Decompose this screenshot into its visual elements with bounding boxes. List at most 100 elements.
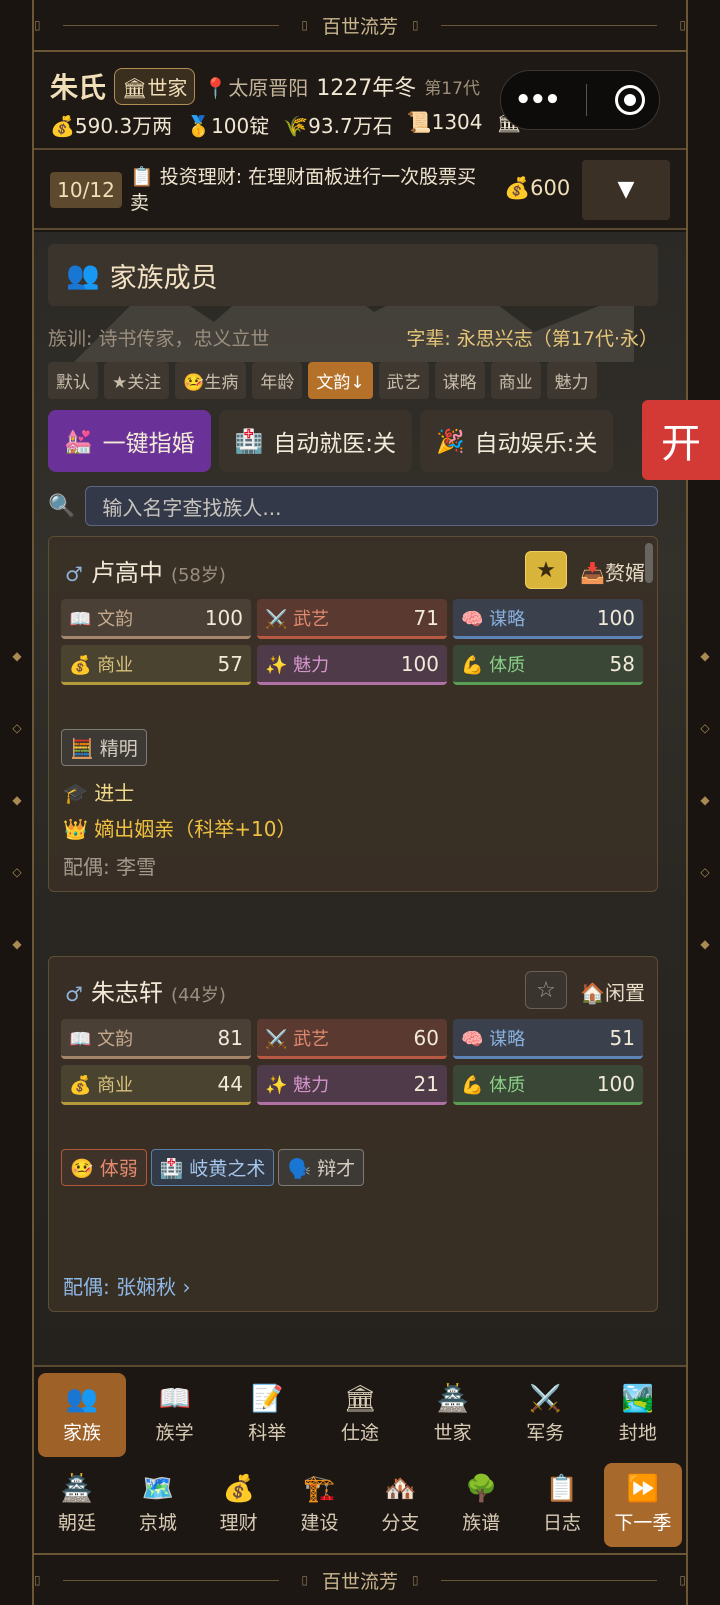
close-target-icon[interactable] xyxy=(615,85,646,115)
star-outline-icon[interactable]: ☆ xyxy=(525,971,567,1009)
sort-age[interactable]: 年龄 xyxy=(252,362,303,399)
member-card[interactable]: ♂ 卢高中 (58岁) ★ 📥赘婿 📖 文韵 100 ⚔️ 武艺 71 🧠 谋略 10… xyxy=(48,536,658,892)
sparkles-icon: ✨ xyxy=(265,1074,294,1096)
sort-bar: 默认 ★关注 🤒生病 年龄 文韵↓ 武艺 谋略 商业 魅力 xyxy=(48,362,597,399)
nav-label: 族学 xyxy=(155,1421,194,1444)
trait-badge[interactable]: 🗣️ 辩才 xyxy=(278,1149,365,1186)
nav-exam[interactable]: 📝 科举 xyxy=(223,1373,311,1457)
sort-shangye[interactable]: 商业 xyxy=(490,362,541,399)
task-toggle-button[interactable]: ▼ xyxy=(582,160,670,220)
member-status[interactable]: 📥赘婿 xyxy=(580,557,645,586)
stat-value: 60 xyxy=(413,1025,439,1050)
graduation-cap-icon: 🎓 xyxy=(63,781,95,805)
diamond-icon: ◇ xyxy=(700,865,710,879)
sort-meili[interactable]: 魅力 xyxy=(546,362,597,399)
nav-fief[interactable]: 🏞️ 封地 xyxy=(594,1373,682,1457)
left-frame: ◆ ◇ ◆ ◇ ◆ xyxy=(0,0,34,1605)
nav-label: 族谱 xyxy=(462,1511,501,1534)
trait-badge[interactable]: 🏥 岐黄之术 xyxy=(150,1149,275,1186)
auto-marriage-button[interactable]: 💒 一键指婚 xyxy=(48,410,211,472)
hospital-icon: 🏥 xyxy=(234,428,264,455)
generation-label: 第17代 xyxy=(424,78,480,99)
money-bag-icon: 💰 xyxy=(50,114,75,138)
stat-label: 体质 xyxy=(489,1074,526,1096)
nav-genealogy[interactable]: 🌳 族谱 xyxy=(442,1463,520,1547)
miniprogram-capsule: ••• xyxy=(500,70,660,130)
sort-default[interactable]: 默认 xyxy=(48,362,98,399)
next-season-button[interactable]: ⏩ 下一季 xyxy=(603,1463,682,1547)
nav-label: 建设 xyxy=(300,1511,339,1534)
trait-label: 精明 xyxy=(99,738,138,760)
nav-finance[interactable]: 💰 理财 xyxy=(200,1463,278,1547)
medal-icon: 🥇 xyxy=(186,114,212,138)
marriage-bonus: 👑 嫡出姻亲（科举+10） xyxy=(63,813,296,842)
scrollbar[interactable] xyxy=(645,543,653,583)
stat-value: 100 xyxy=(596,1071,635,1096)
banner-mark-icon: ▯ xyxy=(301,1573,308,1587)
kai-button[interactable]: 开 xyxy=(642,400,720,480)
nav-career[interactable]: 🏛 仕途 xyxy=(316,1373,404,1457)
search-input[interactable]: 输入名字查找族人... xyxy=(85,486,658,526)
trait-badge[interactable]: 🤒 体弱 xyxy=(61,1149,147,1186)
wedding-icon: 💒 xyxy=(64,428,93,455)
game-date: 1227年冬 xyxy=(316,76,417,101)
nav-family[interactable]: 👥 家族 xyxy=(38,1373,126,1457)
houses-icon: 🏘️ xyxy=(384,1473,417,1504)
stat-value: 51 xyxy=(609,1025,635,1050)
nav-branch[interactable]: 🏘️ 分支 xyxy=(361,1463,439,1547)
sick-face-icon: 🤒 xyxy=(183,373,205,393)
top-banner: ▯ ▯ 百世流芳 ▯ ▯ xyxy=(34,0,686,52)
resource-value: 93.7万石 xyxy=(308,114,393,138)
nav-capital[interactable]: 🗺️ 京城 xyxy=(119,1463,197,1547)
nav-label: 朝廷 xyxy=(57,1511,96,1534)
banner-title: 百世流芳 xyxy=(322,1570,399,1593)
nav-military[interactable]: ⚔️ 军务 xyxy=(501,1373,589,1457)
stat-label: 体质 xyxy=(489,654,526,676)
stat-moulue: 🧠 谋略 51 xyxy=(453,1019,643,1059)
nav-court[interactable]: 🏯 朝廷 xyxy=(38,1463,116,1547)
stat-wenyun: 📖 文韵 81 xyxy=(61,1019,251,1059)
clipboard-icon: 📋 xyxy=(545,1473,579,1504)
sort-wuyi[interactable]: 武艺 xyxy=(378,362,429,399)
stat-label: 武艺 xyxy=(293,608,330,630)
spouse-link[interactable]: 配偶: 张娴秋 › xyxy=(63,1271,190,1300)
nav-build[interactable]: 🏗️ 建设 xyxy=(281,1463,359,1547)
clan-name: 朱氏 xyxy=(50,71,107,104)
reward-value: 600 xyxy=(530,176,571,200)
auto-doctor-toggle[interactable]: 🏥 自动就医:关 xyxy=(218,410,413,472)
rank-label: 世家 xyxy=(147,75,188,100)
nav-log[interactable]: 📋 日志 xyxy=(523,1463,601,1547)
inbox-icon: 📥 xyxy=(580,561,605,585)
book-icon: 📖 xyxy=(158,1383,191,1414)
member-status[interactable]: 🏠闲置 xyxy=(580,977,645,1006)
sort-sick[interactable]: 🤒生病 xyxy=(175,362,247,399)
task-description: 📋 投资理财: 在理财面板进行一次股票买卖 xyxy=(130,164,480,216)
rank-badge[interactable]: 🏛世家 xyxy=(114,67,196,105)
stat-value: 81 xyxy=(217,1025,243,1050)
trait-badge[interactable]: 🧮 精明 xyxy=(61,729,147,766)
family-icon: 👥 xyxy=(66,260,100,291)
banner-mark-icon: ▯ xyxy=(679,18,687,32)
book-icon: 📖 xyxy=(69,608,98,630)
task-reward: 💰600 xyxy=(504,176,570,201)
memo-icon: 📝 xyxy=(251,1383,284,1414)
nav-label: 仕途 xyxy=(340,1421,379,1444)
sort-wenyun[interactable]: 文韵↓ xyxy=(308,362,373,399)
money-bag-icon: 💰 xyxy=(69,1074,98,1096)
member-card[interactable]: ♂ 朱志轩 (44岁) ☆ 🏠闲置 📖 文韵 81 ⚔️ 武艺 60 🧠 谋略 51 … xyxy=(48,956,658,1312)
star-icon[interactable]: ★ xyxy=(525,551,567,589)
more-icon[interactable]: ••• xyxy=(515,85,561,115)
resource-silver: 💰590.3万两 xyxy=(50,110,172,139)
status-label: 赘婿 xyxy=(605,561,645,585)
brain-icon: 🧠 xyxy=(461,608,490,630)
member-degree: 🎓 进士 xyxy=(63,777,134,806)
nav-label: 世家 xyxy=(433,1421,472,1444)
trait-label: 岐黄之术 xyxy=(189,1158,266,1180)
nav-label: 京城 xyxy=(138,1511,177,1534)
sort-moulue[interactable]: 谋略 xyxy=(434,362,485,399)
nav-clans[interactable]: 🏯 世家 xyxy=(409,1373,497,1457)
section-title-text: 家族成员 xyxy=(109,262,218,294)
nav-school[interactable]: 📖 族学 xyxy=(131,1373,219,1457)
auto-fun-toggle[interactable]: 🎉 自动娱乐:关 xyxy=(420,410,614,472)
sort-starred[interactable]: ★关注 xyxy=(104,362,170,399)
